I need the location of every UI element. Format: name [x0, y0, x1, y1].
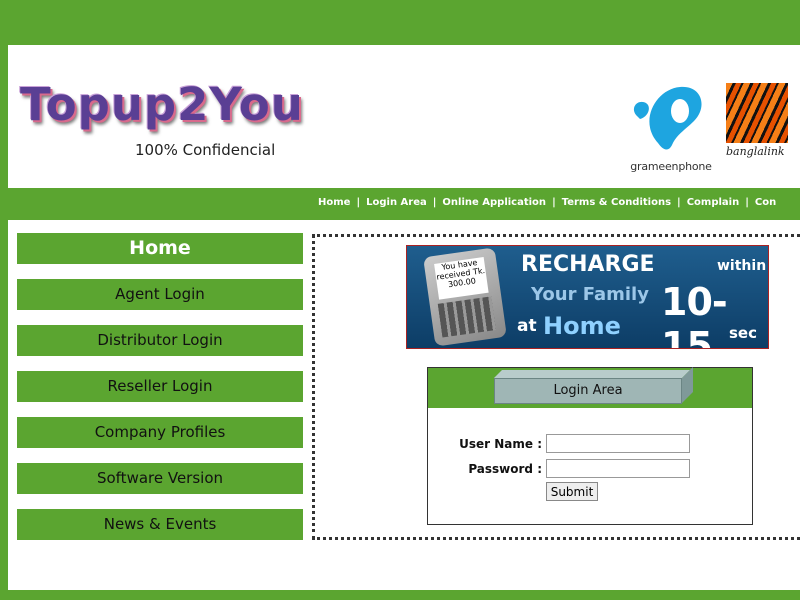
username-row: User Name : — [428, 434, 752, 454]
sidebar-item-agent-login[interactable]: Agent Login — [17, 279, 303, 310]
nav-home[interactable]: Home — [318, 197, 350, 208]
password-row: Password : — [428, 459, 752, 479]
login-box: Login Area User Name : Password : Submit — [427, 367, 753, 525]
login-title: Login Area — [494, 378, 682, 404]
sidebar-item-reseller-login[interactable]: Reseller Login — [17, 371, 303, 402]
banglalink-logo: banglalink — [726, 83, 788, 167]
submit-button[interactable]: Submit — [546, 482, 598, 501]
grameenphone-icon — [633, 86, 702, 150]
banner-sec: sec — [729, 324, 757, 342]
nav-login-area[interactable]: Login Area — [366, 197, 427, 208]
sidebar-item-home[interactable]: Home — [17, 233, 303, 264]
tiger-stripe-icon — [726, 83, 788, 143]
banner-recharge: RECHARGE — [521, 252, 655, 277]
nav-separator: | — [356, 197, 361, 208]
banner-within: within — [717, 258, 767, 274]
main-content: You have received Tk. 300.00 RECHARGE Yo… — [312, 234, 800, 540]
top-nav-bar: Home | Login Area | Online Application | Terms… — [8, 188, 800, 220]
username-label: User Name : — [459, 437, 542, 451]
recharge-banner: You have received Tk. 300.00 RECHARGE Yo… — [406, 245, 769, 349]
phone-keypad — [437, 296, 496, 338]
banner-at: at — [517, 316, 537, 336]
site-tagline: 100% Confidencial — [135, 141, 276, 159]
sidebar-menu: Home Agent Login Distributor Login Resel… — [17, 233, 303, 555]
grameenphone-logo: grameenphone — [628, 81, 714, 173]
nav-separator: | — [677, 197, 681, 208]
banner-home: Home — [543, 312, 621, 340]
login-header: Login Area — [428, 368, 752, 408]
banner-your-family: Your Family — [531, 284, 649, 305]
nav-complain[interactable]: Complain — [687, 197, 740, 208]
nav-separator: | — [552, 197, 556, 208]
username-input[interactable] — [546, 434, 690, 453]
nav-terms-conditions[interactable]: Terms & Conditions — [562, 197, 671, 208]
phone-icon: You have received Tk. 300.00 — [423, 247, 507, 347]
banglalink-label: banglalink — [726, 145, 785, 158]
nav-separator: | — [745, 197, 749, 208]
nav-separator: | — [432, 197, 437, 208]
phone-screen-text: You have received Tk. 300.00 — [434, 257, 489, 300]
site-logo[interactable]: Topup2You — [20, 78, 304, 131]
nav-links: Home | Login Area | Online Application | Terms… — [318, 197, 776, 208]
grameenphone-label: grameenphone — [630, 160, 712, 173]
nav-online-application[interactable]: Online Application — [442, 197, 546, 208]
sidebar-item-distributor-login[interactable]: Distributor Login — [17, 325, 303, 356]
sidebar-item-software-version[interactable]: Software Version — [17, 463, 303, 494]
page-container: Topup2You 100% Confidencial grameenphone… — [8, 45, 800, 590]
sidebar-item-news-events[interactable]: News & Events — [17, 509, 303, 540]
password-input[interactable] — [546, 459, 690, 478]
site-header: Topup2You 100% Confidencial grameenphone… — [8, 45, 800, 188]
password-label: Password : — [468, 462, 542, 476]
nav-contact[interactable]: Con — [755, 197, 776, 208]
sidebar-item-company-profiles[interactable]: Company Profiles — [17, 417, 303, 448]
